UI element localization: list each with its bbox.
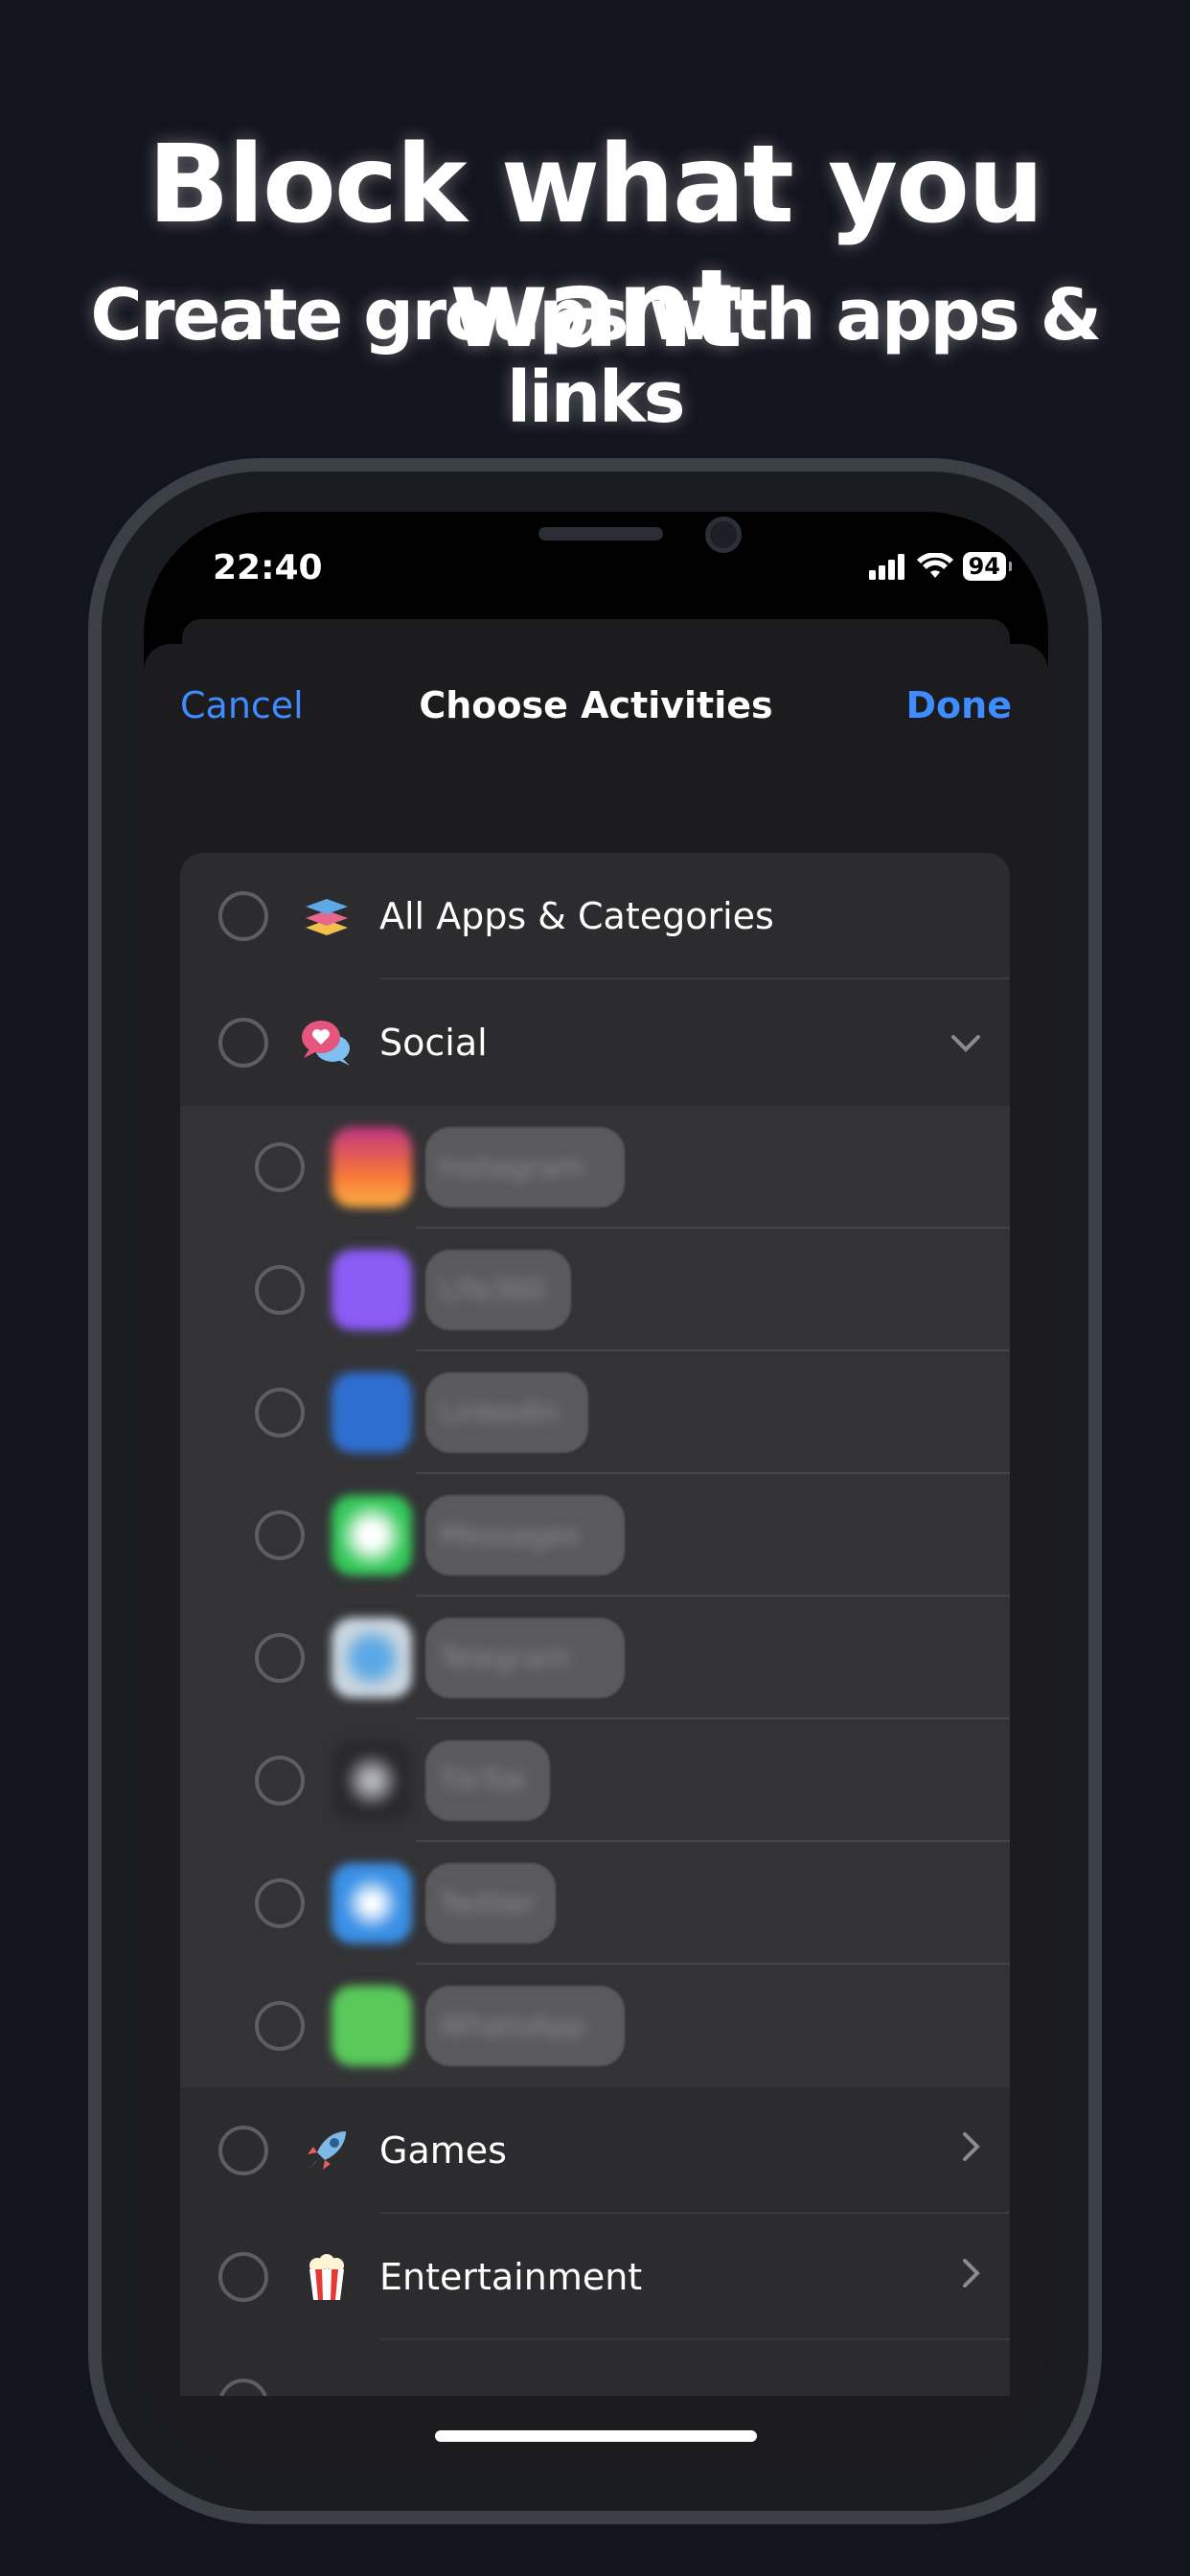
wifi-icon: [916, 553, 953, 578]
app-name-pill: Telegram: [425, 1618, 625, 1698]
select-radio[interactable]: [255, 1756, 305, 1806]
app-row-twitter[interactable]: Twitter: [180, 1842, 1010, 1965]
chevron-right-icon[interactable]: [962, 2258, 981, 2297]
app-row-linkedin[interactable]: LinkedIn: [180, 1351, 1010, 1474]
speaker-grille: [538, 527, 663, 540]
select-radio[interactable]: [218, 2126, 268, 2175]
choose-activities-sheet: Cancel Choose Activities Done All Apps &…: [144, 644, 1048, 2469]
app-name-pill: TikTok: [425, 1740, 550, 1821]
status-time: 22:40: [213, 548, 323, 587]
promo-subheadline: Create groups with apps & links: [90, 274, 1102, 439]
twitter-icon: [332, 1863, 412, 1944]
select-radio[interactable]: [255, 1878, 305, 1928]
app-name: LinkedIn: [439, 1395, 560, 1430]
chevron-down-icon[interactable]: [950, 1024, 981, 1062]
category-label: Entertainment: [379, 2256, 643, 2298]
activities-list: All Apps & Categories Social Instagram L…: [180, 853, 1010, 2396]
signal-bars-icon: [868, 554, 904, 580]
app-row-instagram[interactable]: Instagram: [180, 1106, 1010, 1229]
whatsapp-icon: [332, 1986, 412, 2066]
select-radio[interactable]: [218, 2252, 268, 2302]
select-radio[interactable]: [218, 891, 268, 941]
home-indicator[interactable]: [435, 2430, 757, 2442]
category-label: Social: [379, 1022, 488, 1064]
app-row-life360[interactable]: Life360: [180, 1229, 1010, 1351]
app-row-whatsapp[interactable]: WhatsApp: [180, 1965, 1010, 2087]
notch: [341, 512, 851, 585]
app-name: Instagram: [439, 1150, 585, 1184]
app-name-pill: Life360: [425, 1250, 571, 1330]
app-name: TikTok: [439, 1763, 528, 1798]
life360-icon: [332, 1250, 412, 1330]
list-item-entertainment[interactable]: Entertainment: [180, 2214, 1010, 2340]
select-radio[interactable]: [255, 1388, 305, 1438]
app-name-pill: Messages: [425, 1495, 625, 1576]
app-name: Messages: [439, 1518, 581, 1552]
instagram-icon: [332, 1127, 412, 1208]
category-label: Games: [379, 2129, 507, 2172]
battery-icon: 94: [962, 552, 1013, 581]
stack-layers-icon: [299, 888, 355, 944]
select-radio[interactable]: [218, 2379, 268, 2396]
select-radio[interactable]: [255, 2001, 305, 2051]
app-name-pill: WhatsApp: [425, 1986, 625, 2066]
status-icons: 94: [868, 552, 1013, 581]
list-item-social[interactable]: Social: [180, 979, 1010, 1106]
app-name-pill: LinkedIn: [425, 1372, 588, 1453]
telegram-icon: [332, 1618, 412, 1698]
chat-bubbles-heart-icon: [299, 1015, 355, 1070]
select-radio[interactable]: [255, 1142, 305, 1192]
app-row-telegram[interactable]: Telegram: [180, 1597, 1010, 1719]
popcorn-icon: [299, 2249, 355, 2305]
linkedin-icon: [332, 1372, 412, 1453]
messages-icon: [332, 1495, 412, 1576]
front-camera: [705, 517, 742, 553]
app-row-tiktok[interactable]: TikTok: [180, 1719, 1010, 1842]
select-radio[interactable]: [255, 1510, 305, 1560]
done-button[interactable]: Done: [906, 684, 1012, 726]
rocket-icon: [299, 2123, 355, 2178]
select-radio[interactable]: [218, 1018, 268, 1068]
list-item-partial[interactable]: [180, 2340, 1010, 2396]
app-name: Twitter: [439, 1886, 536, 1920]
list-item-games[interactable]: Games: [180, 2087, 1010, 2214]
select-radio[interactable]: [255, 1633, 305, 1683]
app-name-pill: Instagram: [425, 1127, 625, 1208]
app-name: Telegram: [439, 1641, 571, 1675]
select-radio[interactable]: [255, 1265, 305, 1315]
list-item-all-apps[interactable]: All Apps & Categories: [180, 853, 1010, 979]
navigation-bar: Cancel Choose Activities Done: [144, 644, 1048, 769]
tiktok-icon: [332, 1740, 412, 1821]
app-name: WhatsApp: [439, 2009, 586, 2043]
app-name-pill: Twitter: [425, 1863, 556, 1944]
category-label: All Apps & Categories: [379, 895, 774, 937]
chevron-right-icon[interactable]: [962, 2131, 981, 2171]
app-name: Life360: [439, 1273, 546, 1307]
phone-screen: 22:40 94 Cancel Choose Activities Done A…: [144, 512, 1048, 2469]
app-row-messages[interactable]: Messages: [180, 1474, 1010, 1597]
